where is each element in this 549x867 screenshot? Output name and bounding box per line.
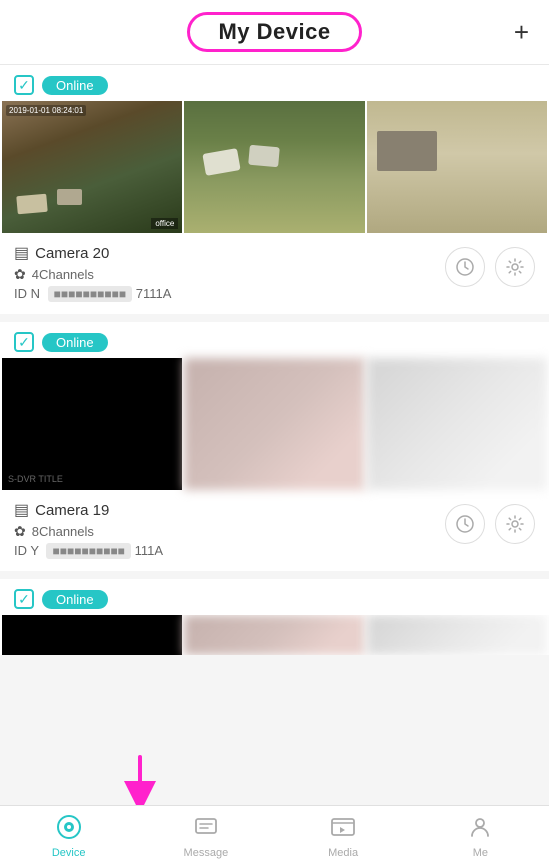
thumbnail-1-2[interactable] — [184, 101, 364, 233]
label-overlay-1: office — [151, 218, 178, 229]
history-icon-1 — [455, 257, 475, 277]
thumbnail-3-2[interactable] — [184, 615, 364, 655]
media-nav-label: Media — [328, 847, 358, 859]
id-suffix-1: 7111A — [136, 286, 172, 301]
monitor-icon-2: ▤ — [14, 500, 29, 520]
device-card-1: ✓ Online 2019-01-01 08:24:01 office ▤ Ca… — [0, 65, 549, 314]
device-card-2: ✓ Online S-DVR TITLE ▤ Camera 19 ✿ 8Chan… — [0, 322, 549, 571]
device-channels-2: ✿ 8Channels — [14, 523, 445, 540]
device-actions-2 — [445, 500, 535, 544]
status-row-2: ✓ Online — [0, 322, 549, 358]
device-channels-1: ✿ 4Channels — [14, 266, 445, 283]
add-device-button[interactable]: + — [514, 19, 529, 45]
device-checkbox-2[interactable]: ✓ — [14, 332, 34, 352]
monitor-icon-1: ▤ — [14, 243, 29, 263]
thumbnail-2-1[interactable]: S-DVR TITLE — [2, 358, 182, 490]
me-nav-icon — [467, 814, 493, 844]
nav-item-media[interactable]: Media — [275, 806, 412, 867]
id-masked-1: ■■■■■■■■■■ — [48, 286, 132, 302]
status-row-3: ✓ Online — [0, 579, 549, 615]
thumbnail-1-1[interactable]: 2019-01-01 08:24:01 office — [2, 101, 182, 233]
status-badge-3: Online — [42, 590, 108, 609]
thumbnail-3-1[interactable] — [2, 615, 182, 655]
device-actions-1 — [445, 243, 535, 287]
device-card-3-partial: ✓ Online — [0, 579, 549, 655]
device-id-2: ID Y ■■■■■■■■■■ 111A — [14, 543, 445, 559]
settings-button-1[interactable] — [495, 247, 535, 287]
page-title: My Device — [187, 12, 361, 52]
device-nav-label: Device — [52, 847, 86, 859]
id-suffix-2: 111A — [135, 543, 163, 558]
thumbnail-2-3[interactable] — [367, 358, 547, 490]
thumbnails-row-2[interactable]: S-DVR TITLE — [0, 358, 549, 490]
device-id-1: ID N ■■■■■■■■■■ 7111A — [14, 286, 445, 302]
media-nav-icon — [330, 814, 356, 844]
channels-icon-1: ✿ — [14, 266, 26, 283]
device-details-1: ▤ Camera 20 ✿ 4Channels ID N ■■■■■■■■■■ … — [14, 243, 445, 302]
check-icon-1: ✓ — [18, 77, 30, 94]
nav-item-me[interactable]: Me — [412, 806, 549, 867]
device-name-1: ▤ Camera 20 — [14, 243, 445, 263]
thumbnails-row-1[interactable]: 2019-01-01 08:24:01 office — [0, 101, 549, 233]
header: My Device + — [0, 0, 549, 65]
id-label-2: ID Y — [14, 543, 39, 558]
history-icon-2 — [455, 514, 475, 534]
message-nav-label: Message — [184, 847, 229, 859]
device-info-1: ▤ Camera 20 ✿ 4Channels ID N ■■■■■■■■■■ … — [0, 233, 549, 314]
status-row-1: ✓ Online — [0, 65, 549, 101]
device-checkbox-3[interactable]: ✓ — [14, 589, 34, 609]
settings-icon-1 — [505, 257, 525, 277]
thumbnail-1-3[interactable] — [367, 101, 547, 233]
device-checkbox-1[interactable]: ✓ — [14, 75, 34, 95]
timestamp-1: 2019-01-01 08:24:01 — [6, 105, 86, 116]
nav-item-message[interactable]: Message — [137, 806, 274, 867]
history-button-1[interactable] — [445, 247, 485, 287]
nav-item-device[interactable]: Device — [0, 806, 137, 867]
thumbnail-2-2[interactable] — [184, 358, 364, 490]
settings-icon-2 — [505, 514, 525, 534]
status-badge-2: Online — [42, 333, 108, 352]
bottom-navigation: Device Message Media Me — [0, 805, 549, 867]
me-nav-label: Me — [473, 847, 488, 859]
check-icon-3: ✓ — [18, 591, 30, 608]
message-nav-icon — [193, 814, 219, 844]
pink-arrow-indicator — [110, 752, 170, 812]
history-button-2[interactable] — [445, 504, 485, 544]
thumbnail-3-3[interactable] — [367, 615, 547, 655]
channels-icon-2: ✿ — [14, 523, 26, 540]
check-icon-2: ✓ — [18, 334, 30, 351]
device-info-2: ▤ Camera 19 ✿ 8Channels ID Y ■■■■■■■■■■ … — [0, 490, 549, 571]
id-masked-2: ■■■■■■■■■■ — [46, 543, 130, 559]
device-nav-icon — [56, 814, 82, 844]
status-badge-1: Online — [42, 76, 108, 95]
id-label-1: ID N — [14, 286, 40, 301]
cam-black-label-2: S-DVR TITLE — [8, 474, 63, 484]
device-details-2: ▤ Camera 19 ✿ 8Channels ID Y ■■■■■■■■■■ … — [14, 500, 445, 559]
main-content: ✓ Online 2019-01-01 08:24:01 office ▤ Ca… — [0, 65, 549, 715]
device-name-2: ▤ Camera 19 — [14, 500, 445, 520]
settings-button-2[interactable] — [495, 504, 535, 544]
thumbnails-row-3[interactable] — [0, 615, 549, 655]
